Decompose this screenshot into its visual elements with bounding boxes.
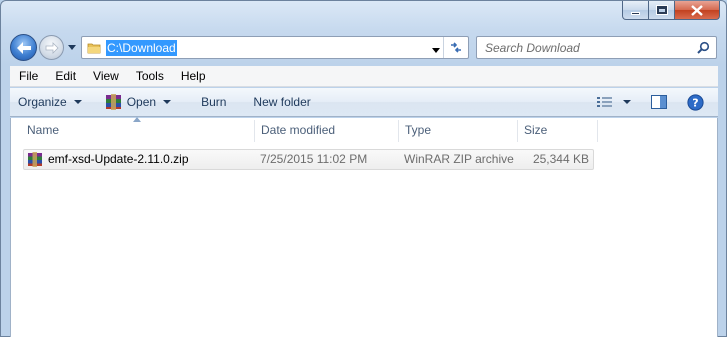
menu-file[interactable]: File xyxy=(10,69,46,83)
open-label: Open xyxy=(126,95,157,109)
burn-button[interactable]: Burn xyxy=(201,90,226,114)
menu-edit[interactable]: Edit xyxy=(46,69,84,83)
menu-bar: File Edit View Tools Help xyxy=(10,66,718,87)
menu-view[interactable]: View xyxy=(84,69,127,83)
forward-button[interactable] xyxy=(39,35,64,60)
preview-pane-button[interactable] xyxy=(651,90,667,114)
address-dropdown-button[interactable] xyxy=(432,42,440,56)
minimize-icon xyxy=(631,11,640,15)
file-size: 25,344 KB xyxy=(532,152,589,166)
forward-arrow-icon xyxy=(45,41,59,54)
winrar-archive-icon xyxy=(105,94,121,110)
column-headers: Name Date modified Type Size xyxy=(11,117,717,142)
back-button[interactable] xyxy=(10,34,37,61)
address-bar[interactable]: C:\Download xyxy=(81,36,469,59)
sort-ascending-icon xyxy=(133,117,141,122)
chevron-down-icon xyxy=(432,48,440,53)
new-folder-label: New folder xyxy=(253,95,311,109)
folder-icon xyxy=(87,43,101,53)
search-placeholder: Search Download xyxy=(485,40,580,55)
new-folder-button[interactable]: New folder xyxy=(253,90,310,114)
explorer-window: C:\Download Search Download File Edit Vi… xyxy=(0,0,727,337)
file-list: Name Date modified Type Size emf-xsd-Upd… xyxy=(10,117,718,337)
maximize-button[interactable] xyxy=(649,1,675,20)
recent-pages-button[interactable] xyxy=(67,42,77,52)
file-type: WinRAR ZIP archive xyxy=(404,152,514,166)
help-button[interactable]: ? xyxy=(687,90,704,114)
organize-label: Organize xyxy=(18,95,67,109)
preview-pane-icon xyxy=(651,95,667,109)
column-divider[interactable] xyxy=(597,120,598,142)
views-icon xyxy=(597,97,612,107)
file-name[interactable]: emf-xsd-Update-2.11.0.zip xyxy=(48,150,189,169)
command-bar: Organize Open Burn New folder ? xyxy=(10,88,718,117)
svg-text:?: ? xyxy=(692,96,698,109)
search-icon[interactable] xyxy=(697,41,710,54)
menu-tools[interactable]: Tools xyxy=(127,69,172,83)
close-icon xyxy=(691,4,703,16)
column-date-modified[interactable]: Date modified xyxy=(255,118,335,141)
caption-buttons xyxy=(622,1,720,20)
close-button[interactable] xyxy=(675,1,720,20)
winrar-archive-icon xyxy=(28,152,42,167)
chevron-down-icon xyxy=(163,100,172,104)
column-type[interactable]: Type xyxy=(399,118,431,141)
file-date-modified: 7/25/2015 11:02 PM xyxy=(260,152,368,166)
menu-help[interactable]: Help xyxy=(172,69,214,83)
address-path[interactable]: C:\Download xyxy=(106,39,177,56)
chevron-down-icon xyxy=(623,100,631,104)
column-size[interactable]: Size xyxy=(518,118,547,141)
maximize-icon xyxy=(655,5,668,15)
refresh-icon xyxy=(451,42,461,53)
column-name[interactable]: Name xyxy=(21,118,59,141)
search-input[interactable]: Search Download xyxy=(476,36,717,59)
back-arrow-icon xyxy=(16,41,31,54)
chevron-down-icon xyxy=(73,100,82,104)
open-button[interactable]: Open xyxy=(105,90,172,114)
organize-button[interactable]: Organize xyxy=(18,90,82,114)
change-view-button[interactable] xyxy=(597,90,631,114)
help-icon: ? xyxy=(687,93,704,111)
refresh-button[interactable] xyxy=(443,37,468,58)
minimize-button[interactable] xyxy=(622,1,649,20)
table-row[interactable]: emf-xsd-Update-2.11.0.zip 7/25/2015 11:0… xyxy=(23,149,594,170)
chevron-down-icon xyxy=(68,44,76,50)
burn-label: Burn xyxy=(201,95,227,109)
